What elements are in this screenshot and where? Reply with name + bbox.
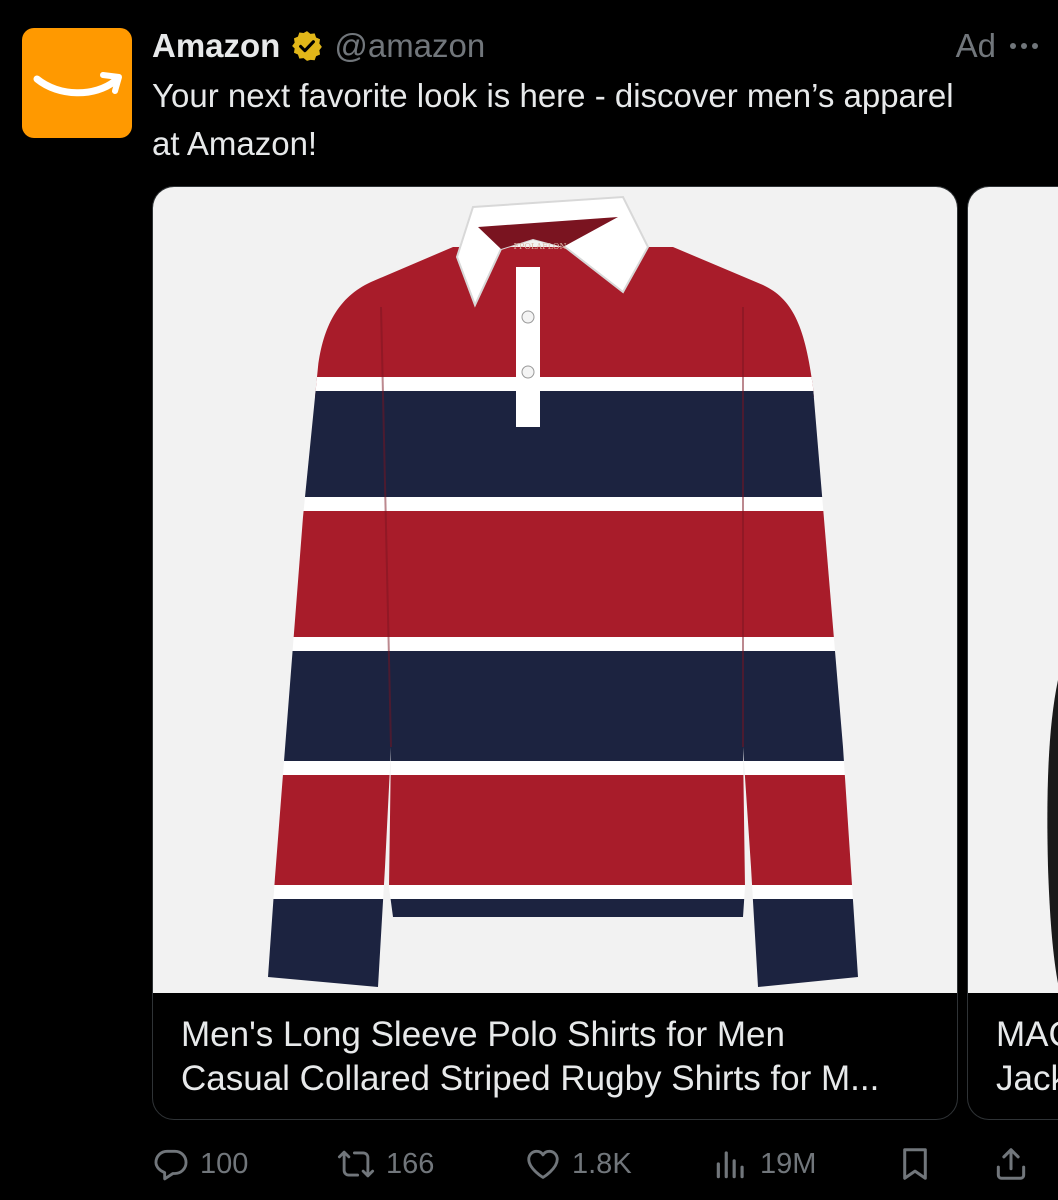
product-card[interactable]: MAC Jack xyxy=(967,186,1058,1120)
author-name[interactable]: Amazon xyxy=(152,27,280,65)
share-icon xyxy=(996,1148,1026,1180)
jacket-image xyxy=(1047,680,1058,984)
product-title[interactable]: MAC Jack xyxy=(996,1013,1058,1101)
product-title-line-1: Men's Long Sleeve Polo Shirts for Men xyxy=(181,1015,785,1054)
amazon-avatar[interactable] xyxy=(22,28,132,138)
product-title-line-1: MAC xyxy=(996,1015,1058,1054)
product-image[interactable]: FPOLAFLON xyxy=(153,187,957,993)
repost-icon xyxy=(337,1150,375,1178)
views-count: 19M xyxy=(760,1147,817,1180)
author-handle[interactable]: @amazon xyxy=(334,27,485,65)
product-title-line-2: Jack xyxy=(996,1059,1058,1098)
more-options-icon[interactable] xyxy=(1010,43,1038,49)
like-button[interactable]: 1.8K xyxy=(524,1145,632,1183)
like-count: 1.8K xyxy=(572,1147,632,1180)
product-title-line-2: Casual Collared Striped Rugby Shirts for… xyxy=(181,1059,880,1098)
product-image[interactable] xyxy=(968,187,1058,993)
header-right: Ad xyxy=(956,27,1038,65)
analytics-icon xyxy=(716,1151,744,1179)
reply-count: 100 xyxy=(200,1147,249,1180)
bookmark-button[interactable] xyxy=(896,1145,934,1183)
post-header: Amazon @amazon Ad xyxy=(152,24,1038,68)
bookmark-icon xyxy=(903,1148,927,1180)
product-title[interactable]: Men's Long Sleeve Polo Shirts for Men Ca… xyxy=(181,1013,933,1101)
reply-button[interactable]: 100 xyxy=(152,1145,248,1183)
svg-text:FPOLAFLON: FPOLAFLON xyxy=(513,242,566,251)
heart-icon xyxy=(527,1149,559,1179)
repost-count: 166 xyxy=(386,1147,435,1180)
striped-rugby-polo-shirt-image: FPOLAFLON xyxy=(268,195,858,987)
product-card[interactable]: FPOLAFLON Men's Long Sleeve Polo Shirts … xyxy=(152,186,958,1120)
post-actions: 100 166 1.8K 19M xyxy=(152,1140,1032,1188)
verified-badge-icon xyxy=(290,29,324,63)
ad-label: Ad xyxy=(955,27,996,64)
share-button[interactable] xyxy=(992,1145,1030,1183)
amazon-smile-logo-icon xyxy=(33,72,122,97)
post-text: Your next favorite look is here - discov… xyxy=(152,77,954,162)
views-button[interactable]: 19M xyxy=(712,1145,816,1183)
product-carousel: FPOLAFLON Men's Long Sleeve Polo Shirts … xyxy=(152,186,1058,1120)
repost-button[interactable]: 166 xyxy=(336,1145,434,1183)
reply-icon xyxy=(154,1149,188,1181)
